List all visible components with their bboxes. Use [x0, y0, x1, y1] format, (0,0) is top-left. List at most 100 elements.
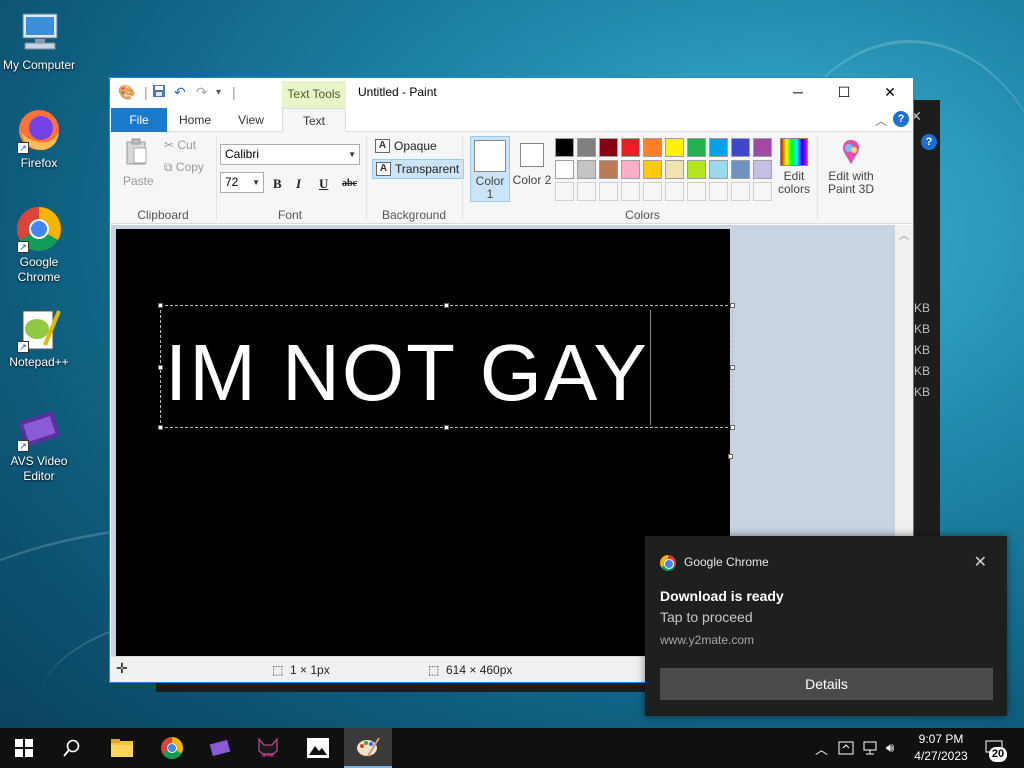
taskbar-paint[interactable] — [344, 728, 392, 768]
customize-quick-access-icon[interactable]: ▾ — [216, 87, 221, 98]
title-bar[interactable]: 🎨 | ↶ ↷ ▾ | Text Tools Untitled - Paint … — [110, 78, 913, 108]
palette-swatch[interactable] — [753, 138, 772, 157]
strikethrough-button[interactable]: abc — [342, 178, 357, 189]
desktop-icon-chrome[interactable]: ↗ Google Chrome — [2, 205, 76, 285]
palette-swatch[interactable] — [599, 160, 618, 179]
palette-swatch[interactable] — [709, 182, 728, 201]
paste-button[interactable]: Paste — [123, 174, 154, 188]
taskbar-file-explorer[interactable] — [98, 728, 146, 768]
palette-swatch[interactable] — [599, 182, 618, 201]
copy-button[interactable]: ⧉ Copy — [164, 160, 204, 175]
palette-swatch[interactable] — [687, 138, 706, 157]
tray-update-icon[interactable] — [838, 728, 854, 768]
taskbar-avs-video[interactable] — [196, 728, 244, 768]
bold-button[interactable]: B — [273, 176, 282, 192]
tray-volume-icon[interactable]: 🔊︎ — [886, 728, 894, 768]
search-button[interactable] — [48, 728, 96, 768]
paste-icon[interactable] — [124, 138, 150, 166]
palette-swatch[interactable] — [577, 160, 596, 179]
palette-swatch[interactable] — [599, 138, 618, 157]
textbox-handle[interactable] — [444, 425, 449, 430]
taskbar-chrome[interactable] — [148, 728, 196, 768]
edit-colors-button[interactable]: Edit colors — [776, 138, 812, 196]
undo-icon[interactable]: ↶ — [174, 84, 186, 101]
taskbar-photos[interactable] — [294, 728, 342, 768]
palette-swatch[interactable] — [555, 160, 574, 179]
tab-view[interactable]: View — [226, 108, 276, 132]
edit-with-paint3d-button[interactable]: Edit with Paint 3D — [822, 138, 880, 196]
color2-button[interactable]: Color 2 — [512, 136, 552, 202]
textbox-handle[interactable] — [158, 365, 163, 370]
details-button[interactable]: Details — [660, 668, 993, 700]
palette-swatch[interactable] — [731, 160, 750, 179]
canvas-text[interactable]: IM NOT GAY — [165, 327, 649, 419]
canvas-resize-handle[interactable] — [728, 454, 733, 459]
cut-button[interactable]: ✂ Cut — [164, 138, 196, 152]
notification-toast[interactable]: Google Chrome ✕ Download is ready Tap to… — [645, 536, 1007, 716]
textbox-handle[interactable] — [730, 303, 735, 308]
palette-swatch[interactable] — [687, 182, 706, 201]
italic-button[interactable]: I — [296, 176, 301, 192]
palette-swatch[interactable] — [731, 138, 750, 157]
palette-swatch[interactable] — [709, 160, 728, 179]
maximize-button[interactable]: ☐ — [821, 78, 867, 108]
tab-file[interactable]: File — [111, 108, 167, 132]
palette-swatch[interactable] — [665, 182, 684, 201]
palette-swatch[interactable] — [577, 182, 596, 201]
palette-swatch[interactable] — [555, 182, 574, 201]
font-size-select[interactable]: 72 ▼ — [220, 172, 264, 193]
desktop-icon-firefox[interactable]: ↗ Firefox — [2, 106, 76, 171]
redo-icon[interactable]: ↷ — [196, 84, 208, 101]
palette-swatch[interactable] — [621, 138, 640, 157]
collapse-ribbon-icon[interactable]: ︿ — [875, 112, 887, 129]
close-button[interactable]: ✕ — [867, 78, 913, 108]
palette-swatch[interactable] — [753, 160, 772, 179]
group-label-background: Background — [381, 208, 447, 222]
tab-text[interactable]: Text — [282, 108, 346, 133]
tray-network-icon[interactable] — [862, 728, 878, 768]
scroll-up-icon[interactable]: ︿ — [895, 227, 913, 242]
clock[interactable]: 9:07 PM 4/27/2023 — [913, 731, 969, 765]
desktop-icon-label: Firefox — [20, 156, 58, 170]
palette-swatch[interactable] — [731, 182, 750, 201]
minimize-button[interactable]: ─ — [775, 78, 821, 108]
chevron-down-icon: ▼ — [252, 178, 260, 187]
computer-icon — [15, 8, 63, 56]
palette-swatch[interactable] — [687, 160, 706, 179]
canvas-size: 614 × 460px — [446, 663, 513, 677]
palette-swatch[interactable] — [555, 138, 574, 157]
notification-title: Download is ready — [660, 588, 784, 604]
desktop-icon-avs[interactable]: ↗ AVS Video Editor — [2, 404, 76, 484]
desktop-icon-notepadpp[interactable]: ↗ Notepad++ — [2, 305, 76, 370]
textbox-handle[interactable] — [158, 303, 163, 308]
palette-swatch[interactable] — [753, 182, 772, 201]
drawing-canvas[interactable] — [116, 229, 730, 657]
help-icon[interactable]: ? — [921, 134, 937, 150]
color1-button[interactable]: Color 1 — [470, 136, 510, 202]
opaque-option[interactable]: A Opaque — [372, 137, 441, 157]
palette-swatch[interactable] — [643, 160, 662, 179]
palette-swatch[interactable] — [643, 182, 662, 201]
help-icon[interactable]: ? — [893, 111, 909, 127]
underline-button[interactable]: U — [319, 176, 328, 192]
show-hidden-icons[interactable]: ︿ — [815, 728, 828, 768]
desktop-icon-my-computer[interactable]: My Computer — [2, 8, 76, 73]
taskbar-nitw[interactable]: NITW — [244, 728, 292, 768]
textbox-handle[interactable] — [730, 425, 735, 430]
palette-swatch[interactable] — [577, 138, 596, 157]
palette-swatch[interactable] — [621, 160, 640, 179]
close-icon[interactable]: ✕ — [974, 552, 987, 572]
textbox-handle[interactable] — [444, 303, 449, 308]
textbox-handle[interactable] — [158, 425, 163, 430]
font-family-select[interactable]: Calibri ▼ — [220, 144, 360, 165]
palette-swatch[interactable] — [665, 138, 684, 157]
palette-swatch[interactable] — [665, 160, 684, 179]
textbox-handle[interactable] — [730, 365, 735, 370]
palette-swatch[interactable] — [709, 138, 728, 157]
transparent-option[interactable]: A Transparent — [372, 159, 465, 179]
palette-swatch[interactable] — [643, 138, 662, 157]
save-icon[interactable] — [152, 84, 166, 101]
palette-swatch[interactable] — [621, 182, 640, 201]
start-button[interactable] — [0, 728, 48, 768]
tab-home[interactable]: Home — [170, 108, 220, 132]
